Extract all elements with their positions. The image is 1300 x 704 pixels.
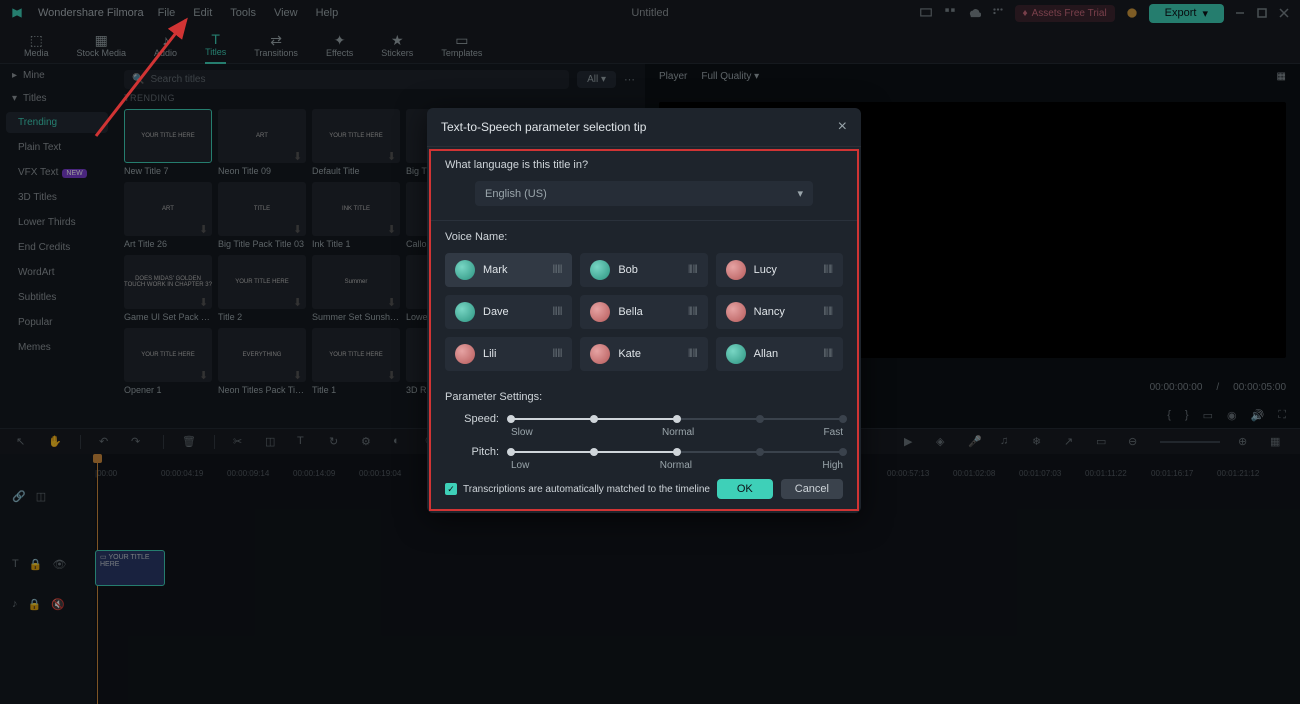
voice-lili[interactable]: Lili⦀⦀: [445, 337, 572, 371]
speed-slider[interactable]: [511, 413, 843, 425]
auto-match-checkbox[interactable]: ✓ Transcriptions are automatically match…: [445, 483, 710, 495]
voice-bob[interactable]: Bob⦀⦀: [580, 253, 707, 287]
voice-mark[interactable]: Mark⦀⦀: [445, 253, 572, 287]
avatar: [726, 260, 746, 280]
language-label: What language is this title in?: [445, 159, 843, 171]
language-select[interactable]: English (US) ▾: [475, 181, 813, 206]
chevron-down-icon: ▾: [797, 187, 803, 200]
voice-allan[interactable]: Allan⦀⦀: [716, 337, 843, 371]
waveform-icon: ⦀⦀: [688, 264, 698, 277]
waveform-icon: ⦀⦀: [553, 264, 563, 277]
avatar: [590, 344, 610, 364]
avatar: [455, 260, 475, 280]
avatar: [455, 302, 475, 322]
avatar: [590, 302, 610, 322]
close-icon[interactable]: ×: [838, 118, 847, 136]
voice-bella[interactable]: Bella⦀⦀: [580, 295, 707, 329]
waveform-icon: ⦀⦀: [688, 306, 698, 319]
waveform-icon: ⦀⦀: [553, 348, 563, 361]
waveform-icon: ⦀⦀: [553, 306, 563, 319]
voice-nancy[interactable]: Nancy⦀⦀: [716, 295, 843, 329]
voice-name-label: Voice Name:: [445, 231, 843, 243]
voice-dave[interactable]: Dave⦀⦀: [445, 295, 572, 329]
voice-lucy[interactable]: Lucy⦀⦀: [716, 253, 843, 287]
waveform-icon: ⦀⦀: [688, 348, 698, 361]
dialog-title: Text-to-Speech parameter selection tip: [441, 120, 646, 134]
avatar: [726, 302, 746, 322]
speed-label: Speed:: [445, 413, 511, 425]
checkbox-checked-icon: ✓: [445, 483, 457, 495]
avatar: [726, 344, 746, 364]
tts-dialog: Text-to-Speech parameter selection tip ×…: [427, 108, 861, 513]
waveform-icon: ⦀⦀: [823, 264, 833, 277]
cancel-button[interactable]: Cancel: [781, 479, 843, 499]
ok-button[interactable]: OK: [717, 479, 773, 499]
avatar: [455, 344, 475, 364]
pitch-label: Pitch:: [445, 446, 511, 458]
voice-kate[interactable]: Kate⦀⦀: [580, 337, 707, 371]
avatar: [590, 260, 610, 280]
waveform-icon: ⦀⦀: [823, 306, 833, 319]
waveform-icon: ⦀⦀: [823, 348, 833, 361]
param-settings-label: Parameter Settings:: [445, 391, 843, 403]
pitch-slider[interactable]: [511, 446, 843, 458]
